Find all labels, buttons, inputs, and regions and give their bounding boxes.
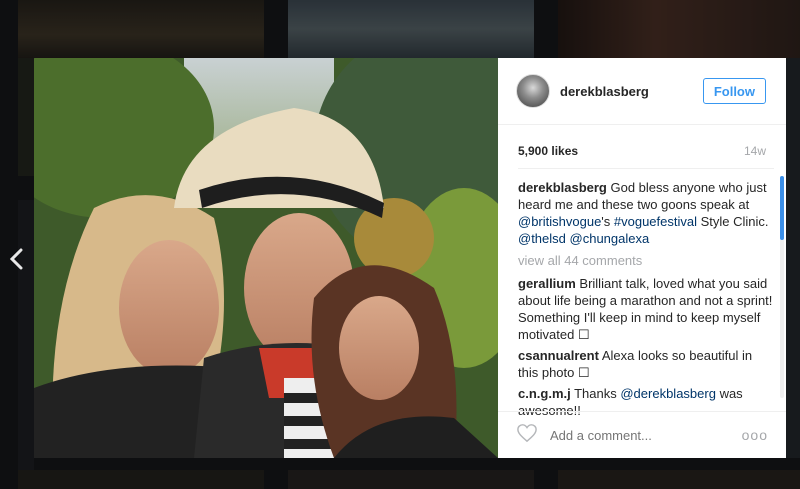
mention-link[interactable]: @chungalexa <box>570 231 650 246</box>
caption-username[interactable]: derekblasberg <box>518 180 607 195</box>
comment-item: csannualrent Alexa looks so beautiful in… <box>518 347 774 381</box>
post-photo <box>34 58 498 458</box>
comments-list: derekblasberg God bless anyone who just … <box>518 168 774 418</box>
post-timestamp[interactable]: 14w <box>744 144 766 158</box>
comments-scrollbar[interactable] <box>780 176 784 398</box>
post-stats: 5,900 likes 14w <box>518 144 766 158</box>
post-header: derekblasberg Follow <box>498 58 786 125</box>
selfie-photo-illustration <box>34 58 498 458</box>
caption-text: 's <box>601 214 614 229</box>
mention-link[interactable]: @derekblasberg <box>620 386 716 401</box>
likes-count[interactable]: 5,900 likes <box>518 144 578 158</box>
hashtag-link[interactable]: #voguefestival <box>614 214 697 229</box>
follow-button[interactable]: Follow <box>702 78 766 104</box>
heart-icon[interactable] <box>516 423 538 448</box>
username-link[interactable]: derekblasberg <box>560 84 703 99</box>
comment-text: Thanks <box>570 386 621 401</box>
avatar[interactable] <box>516 74 550 108</box>
post-modal: derekblasberg Follow 5,900 likes 14w der… <box>34 58 786 458</box>
scrollbar-thumb[interactable] <box>780 176 784 240</box>
caption-text: Style Clinic. <box>697 214 769 229</box>
mention-link[interactable]: @britishvogue <box>518 214 601 229</box>
comment-username[interactable]: csannualrent <box>518 348 599 363</box>
mention-link[interactable]: @thelsd <box>518 231 566 246</box>
caption: derekblasberg God bless anyone who just … <box>518 179 774 247</box>
chevron-left-icon[interactable] <box>4 244 28 272</box>
view-all-comments-link[interactable]: view all 44 comments <box>518 252 774 269</box>
comment-username[interactable]: gerallium <box>518 276 576 291</box>
comment-item: gerallium Brilliant talk, loved what you… <box>518 275 774 343</box>
comment-username[interactable]: c.n.g.m.j <box>518 386 571 401</box>
post-details-panel: derekblasberg Follow 5,900 likes 14w der… <box>498 58 786 458</box>
add-comment-input[interactable] <box>548 426 742 444</box>
more-options-icon[interactable]: ooo <box>742 427 768 443</box>
post-footer: ooo <box>498 411 786 458</box>
